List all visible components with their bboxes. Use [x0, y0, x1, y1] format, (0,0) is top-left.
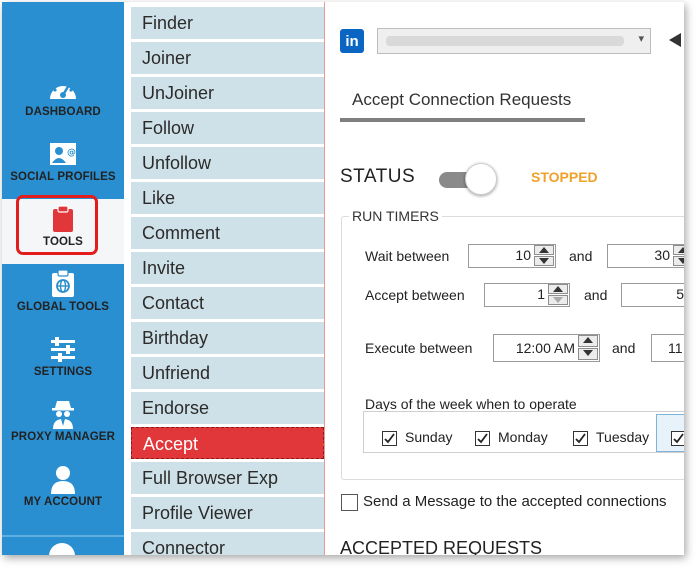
submenu-item-unjoiner[interactable]: UnJoiner — [131, 77, 324, 109]
wait-from-value: 10 — [515, 247, 531, 263]
submenu-item-birthday[interactable]: Birthday — [131, 322, 324, 354]
execute-from-value: 12:00 AM — [515, 340, 575, 356]
nav-divider — [2, 535, 124, 537]
send-message-checkbox[interactable] — [341, 494, 358, 511]
submenu-item-joiner[interactable]: Joiner — [131, 42, 324, 74]
sliders-icon — [2, 335, 124, 365]
wait-between-label: Wait between — [365, 248, 450, 264]
tools-submenu: Finder Joiner UnJoiner Follow Unfollow L… — [124, 2, 370, 555]
accept-from-stepper[interactable]: 1 — [484, 283, 570, 307]
app-window: DASHBOARD @ SOCIAL PROFILES TOOLS GLOBAL… — [2, 2, 684, 555]
wait-to-stepper[interactable]: 30 — [607, 244, 684, 268]
monday-label: Monday — [498, 429, 548, 445]
run-timers-legend: RUN TIMERS — [349, 208, 442, 224]
nav-item-social-profiles[interactable]: @ SOCIAL PROFILES — [2, 134, 124, 199]
account-name-redacted — [386, 36, 624, 46]
execute-from-timepicker[interactable]: 12:00 AM — [493, 334, 600, 362]
wait-from-stepper[interactable]: 10 — [468, 244, 556, 268]
accept-to-stepper[interactable]: 5 — [621, 283, 684, 307]
status-label: STATUS — [340, 166, 416, 187]
increment-button[interactable] — [673, 245, 684, 255]
wednesday-checkbox[interactable] — [671, 431, 684, 446]
tuesday-label: Tuesday — [596, 429, 650, 445]
monday-checkbox[interactable] — [475, 431, 490, 446]
nav-label: GLOBAL TOOLS — [16, 301, 110, 313]
submenu-item-comment[interactable]: Comment — [131, 217, 324, 249]
execute-to-timepicker[interactable]: 11 — [651, 334, 684, 362]
nav-item-my-account[interactable]: MY ACCOUNT — [2, 459, 124, 524]
main-panel: in ▾ Accept Connection Requests STATUS S… — [324, 2, 684, 555]
status-value: STOPPED — [531, 169, 598, 185]
accept-between-label: Accept between — [365, 287, 465, 303]
increment-button[interactable] — [548, 284, 568, 294]
nav-label: PROXY MANAGER — [11, 431, 115, 443]
decrement-button[interactable] — [673, 256, 684, 266]
partial-nav-icon[interactable] — [49, 543, 75, 555]
and-label: and — [612, 340, 636, 356]
execute-to-value: 11 — [668, 340, 683, 356]
chevron-down-icon: ▾ — [638, 33, 644, 45]
nav-label: DASHBOARD — [25, 106, 101, 118]
gauge-icon — [2, 75, 124, 105]
decrement-button[interactable] — [534, 256, 554, 266]
submenu-item-accept[interactable]: Accept — [131, 427, 324, 459]
and-label: and — [569, 248, 593, 264]
wait-to-value: 30 — [654, 247, 670, 263]
account-select[interactable]: ▾ — [377, 28, 651, 54]
nav-label: MY ACCOUNT — [23, 496, 103, 508]
tools-highlight-box — [16, 195, 98, 255]
decrement-button[interactable] — [578, 348, 598, 360]
accept-to-value: 5 — [676, 286, 684, 302]
execute-between-label: Execute between — [365, 340, 473, 356]
sidebar-nav: DASHBOARD @ SOCIAL PROFILES TOOLS GLOBAL… — [2, 2, 124, 555]
accept-from-value: 1 — [537, 286, 545, 302]
accepted-requests-heading: ACCEPTED REQUESTS — [340, 538, 543, 555]
sunday-label: Sunday — [405, 429, 453, 445]
svg-text:@: @ — [67, 148, 76, 158]
user-icon — [2, 465, 124, 495]
increment-button[interactable] — [534, 245, 554, 255]
submenu-item-full-browser-exp[interactable]: Full Browser Exp — [131, 462, 324, 494]
submenu-item-connector[interactable]: Connector — [131, 532, 324, 555]
sunday-checkbox[interactable] — [382, 431, 397, 446]
nav-item-settings[interactable]: SETTINGS — [2, 329, 124, 394]
submenu-item-like[interactable]: Like — [131, 182, 324, 214]
decrement-button[interactable] — [548, 295, 568, 305]
send-message-label: Send a Message to the accepted connectio… — [363, 493, 667, 510]
status-toggle[interactable] — [439, 163, 497, 195]
nav-item-proxy-manager[interactable]: PROXY MANAGER — [2, 394, 124, 459]
tab-accept-connection-requests[interactable]: Accept Connection Requests — [340, 90, 585, 122]
nav-label: SOCIAL PROFILES — [10, 171, 116, 183]
increment-button[interactable] — [578, 335, 598, 347]
nav-label: SETTINGS — [33, 366, 93, 378]
submenu-item-invite[interactable]: Invite — [131, 252, 324, 284]
submenu-item-endorse-connections[interactable]: Endorse Connnections — [131, 392, 324, 450]
submenu-item-profile-viewer[interactable]: Profile Viewer — [131, 497, 324, 529]
linkedin-icon: in — [340, 29, 364, 53]
nav-item-dashboard[interactable]: DASHBOARD — [2, 69, 124, 134]
tuesday-checkbox[interactable] — [573, 431, 588, 446]
submenu-item-unfollow[interactable]: Unfollow — [131, 147, 324, 179]
submenu-item-unfriend[interactable]: Unfriend — [131, 357, 324, 389]
and-label: and — [584, 287, 608, 303]
profile-card-icon: @ — [2, 140, 124, 170]
days-label: Days of the week when to operate — [365, 396, 577, 412]
globe-clipboard-icon — [2, 270, 124, 300]
spy-icon — [2, 400, 124, 430]
collapse-arrow-icon[interactable] — [669, 33, 681, 47]
submenu-item-contact[interactable]: Contact — [131, 287, 324, 319]
nav-item-global-tools[interactable]: GLOBAL TOOLS — [2, 264, 124, 329]
toggle-knob — [465, 163, 497, 195]
submenu-item-follow[interactable]: Follow — [131, 112, 324, 144]
submenu-item-finder[interactable]: Finder — [131, 7, 324, 39]
